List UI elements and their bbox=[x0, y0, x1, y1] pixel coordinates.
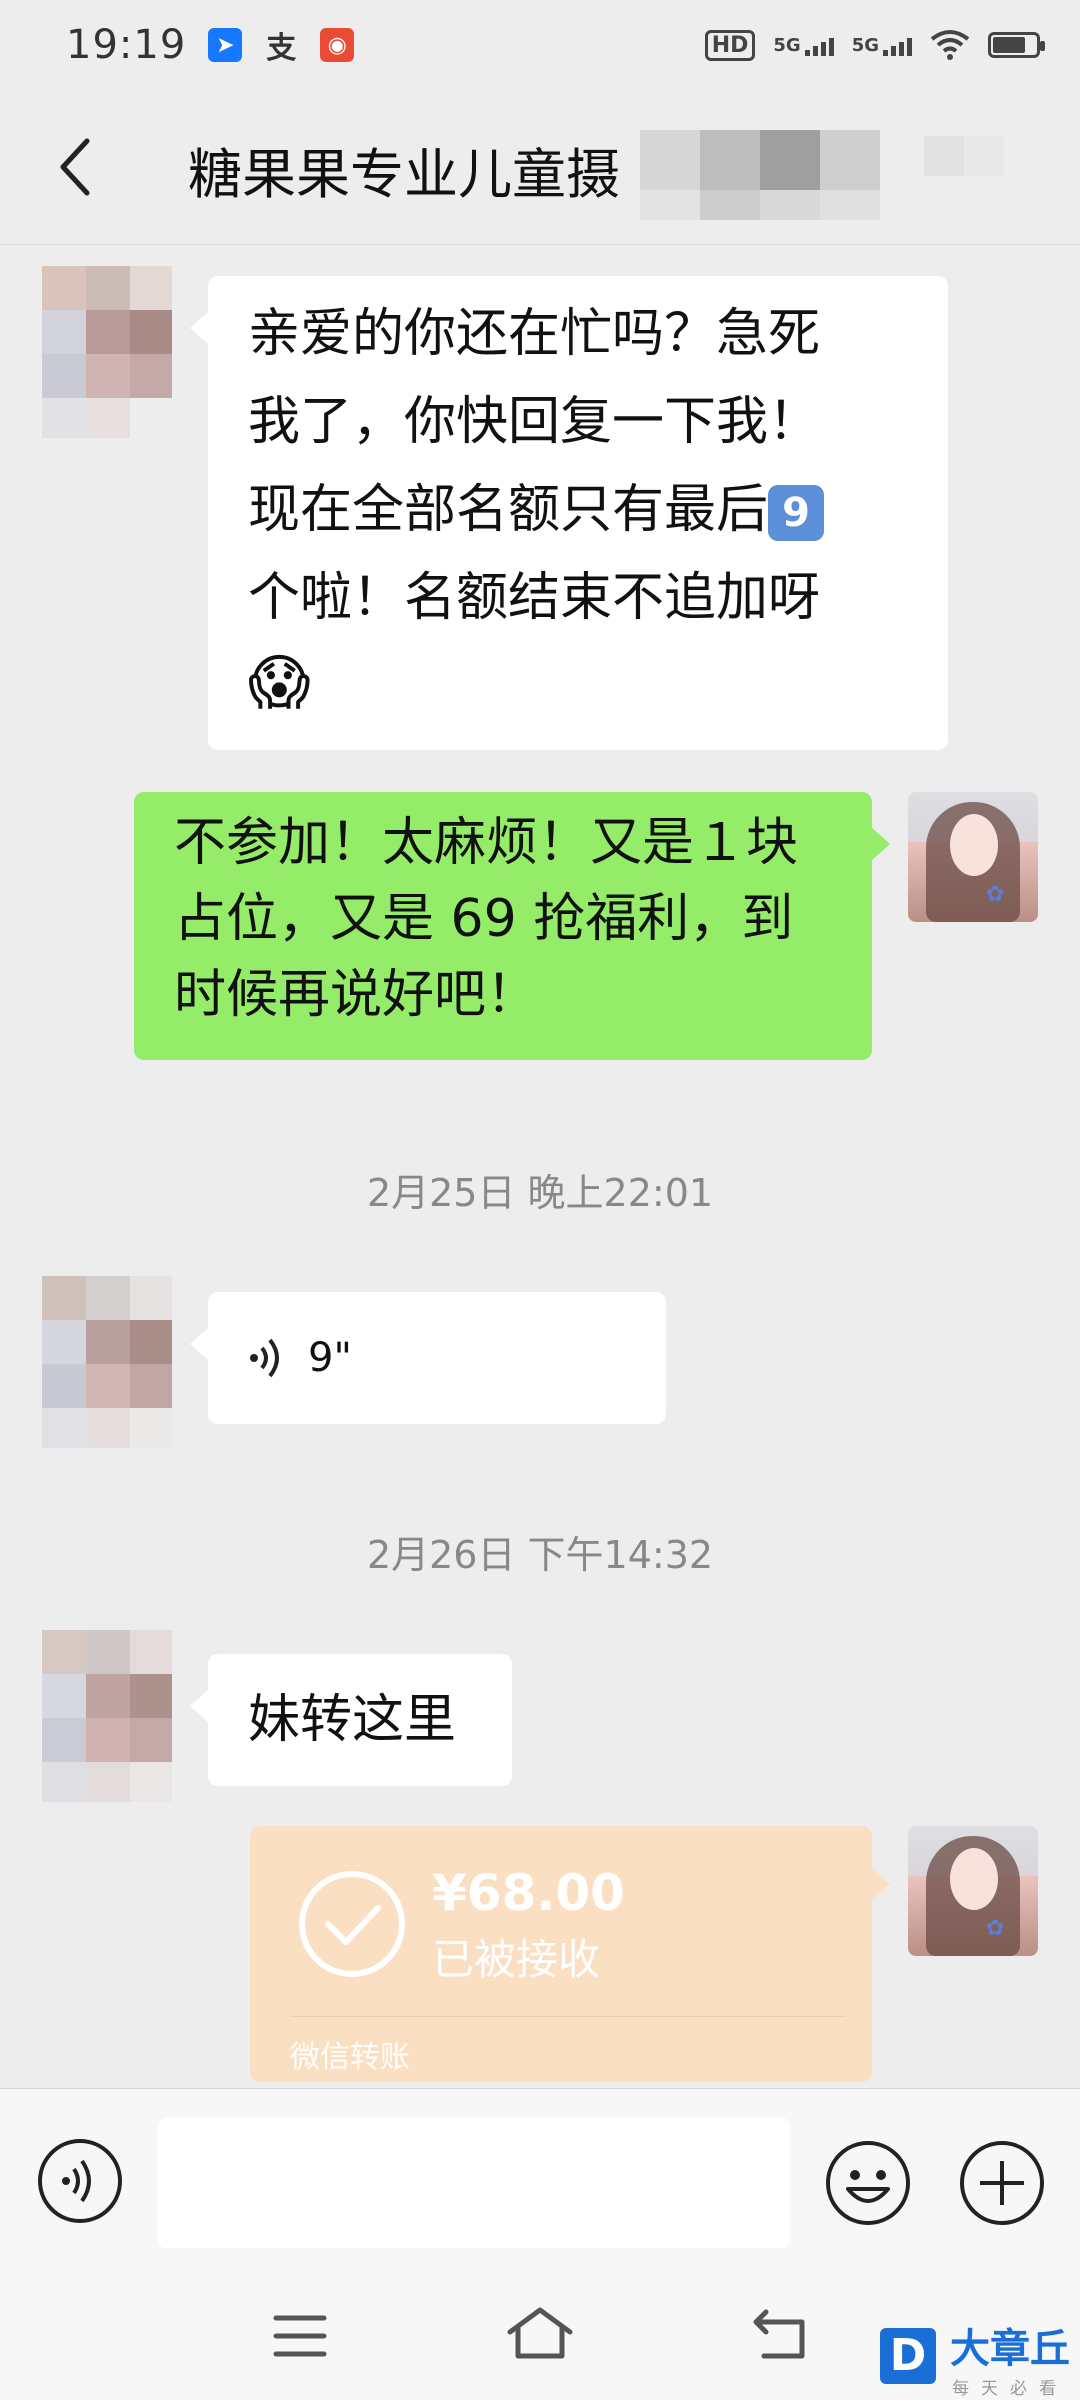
menu-icon bbox=[273, 2315, 327, 2357]
back-arrow-icon bbox=[753, 2309, 805, 2359]
my-avatar[interactable]: ✿ bbox=[908, 1826, 1038, 1956]
message-line: 😱 bbox=[248, 642, 908, 730]
message-line: 占位，又是 69 抢福利，到 bbox=[174, 889, 794, 949]
signal-bars-icon bbox=[804, 37, 834, 56]
message-line: 不参加！太麻烦！又是１块 bbox=[174, 813, 799, 873]
message-line: 亲爱的你还在忙吗？急死 bbox=[248, 304, 821, 364]
message-line: 现在全部名额只有最后 9 bbox=[248, 466, 908, 554]
scream-emoji: 😱 bbox=[248, 648, 311, 718]
contact-avatar[interactable] bbox=[42, 1276, 172, 1448]
home-button[interactable] bbox=[504, 2306, 576, 2366]
check-circle-icon bbox=[299, 1871, 405, 1977]
back-button[interactable] bbox=[40, 132, 110, 202]
watermark-name: 大章丘 bbox=[950, 2326, 1070, 2372]
network-type-label: 5G bbox=[851, 34, 879, 56]
message-text: 妹转这里 bbox=[248, 1690, 457, 1750]
watermark-logo: D bbox=[880, 2328, 936, 2384]
wechat-transfer-card[interactable]: ¥68.00 已被接收 微信转账 bbox=[250, 1826, 890, 2082]
message-timestamp: 2月25日 晚上22:01 bbox=[366, 1171, 714, 1215]
keycap-nine-emoji: 9 bbox=[768, 485, 825, 541]
smiley-icon bbox=[826, 2141, 910, 2225]
transfer-divider bbox=[290, 2016, 846, 2017]
hd-call-icon: HD bbox=[704, 29, 756, 61]
message-bubble-incoming[interactable]: 妹转这里 bbox=[190, 1654, 512, 1786]
message-input[interactable] bbox=[158, 2117, 790, 2249]
chat-title: 糖果果专业儿童摄 bbox=[188, 143, 620, 206]
alipay-icon: 支 bbox=[266, 31, 297, 66]
plus-circle-icon bbox=[960, 2141, 1044, 2225]
chevron-left-icon bbox=[60, 138, 90, 196]
message-line: 我了，你快回复一下我！ bbox=[248, 392, 821, 452]
message-text: 现在全部名额只有最后 bbox=[248, 480, 769, 540]
message-line: 时候再说好吧！ bbox=[174, 965, 539, 1025]
signal-bars-icon bbox=[883, 37, 912, 56]
message-line: 个啦！名额结束不追加呀 bbox=[248, 568, 821, 628]
watermark-slogan: 每天必看 bbox=[952, 2379, 1068, 2399]
emoji-button[interactable] bbox=[824, 2139, 912, 2231]
more-functions-button[interactable] bbox=[958, 2139, 1046, 2231]
contact-avatar[interactable] bbox=[42, 1630, 172, 1802]
status-right: HD 5G 5G bbox=[704, 29, 1045, 61]
wifi-icon bbox=[930, 30, 970, 60]
recent-apps-button[interactable] bbox=[272, 2314, 328, 2362]
contact-avatar[interactable] bbox=[42, 266, 172, 438]
status-left: 19:19 ➤ 支 ◉ bbox=[66, 22, 355, 68]
site-watermark: D 大章丘 每天必看 bbox=[878, 2326, 1080, 2400]
voice-wave-icon bbox=[248, 1334, 284, 1382]
chat-input-bar bbox=[0, 2088, 1080, 2249]
voice-message-bubble[interactable]: 9" bbox=[190, 1292, 666, 1424]
chat-header: 糖果果专业儿童摄 bbox=[0, 92, 1080, 245]
network-type-label: 5G bbox=[773, 34, 801, 56]
hd-label: HD bbox=[711, 32, 749, 58]
voice-input-button[interactable] bbox=[36, 2137, 124, 2229]
transfer-status: 已被接收 bbox=[432, 1935, 601, 1984]
voice-duration: 9" bbox=[308, 1335, 352, 1381]
navigation-app-icon: ➤ bbox=[208, 28, 243, 62]
my-avatar[interactable]: ✿ bbox=[908, 792, 1038, 922]
system-back-button[interactable] bbox=[752, 2308, 812, 2366]
signal-5g-1: 5G bbox=[773, 34, 834, 56]
home-icon bbox=[507, 2307, 573, 2359]
transfer-amount: ¥68.00 bbox=[432, 1864, 625, 1922]
message-bubble-incoming[interactable]: 亲爱的你还在忙吗？急死 我了，你快回复一下我！ 现在全部名额只有最后 9 个啦！名… bbox=[190, 276, 948, 750]
signal-5g-2: 5G bbox=[852, 35, 912, 56]
store-app-icon: ◉ bbox=[320, 28, 355, 62]
transfer-brand-label: 微信转账 bbox=[290, 2040, 410, 2075]
status-time: 19:19 bbox=[66, 22, 187, 68]
message-bubble-outgoing[interactable]: 不参加！太麻烦！又是１块 占位，又是 69 抢福利，到 时候再说好吧！ bbox=[134, 792, 890, 1060]
pixelated-title-redaction bbox=[640, 130, 1060, 220]
message-timestamp: 2月26日 下午14:32 bbox=[366, 1533, 714, 1577]
status-bar: 19:19 ➤ 支 ◉ HD 5G 5G bbox=[0, 0, 1080, 90]
voice-mode-icon bbox=[38, 2139, 122, 2223]
battery-icon bbox=[988, 32, 1045, 58]
